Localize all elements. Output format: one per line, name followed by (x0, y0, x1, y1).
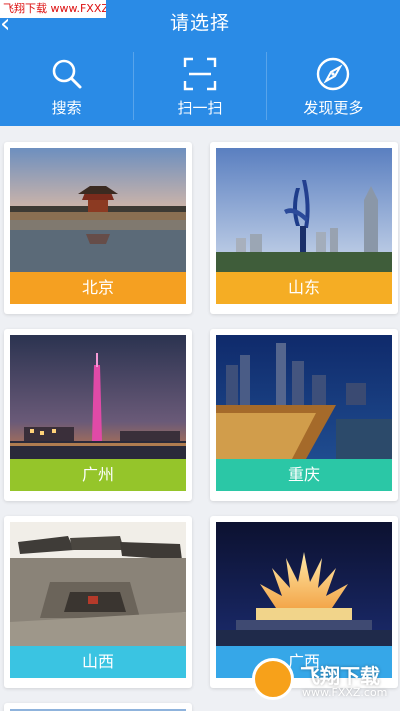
city-card-shandong[interactable]: 山东 (210, 142, 398, 314)
search-icon (52, 59, 82, 89)
shandong-photo (216, 148, 392, 272)
discover-more-label: 发现更多 (303, 99, 364, 117)
city-card-chongqing[interactable]: 重庆 (210, 329, 398, 501)
scan-label: 扫一扫 (177, 99, 223, 117)
watermark-text: 飞翔下载 www.FXXZ.com (0, 0, 106, 18)
brand-name: 飞翔下载 (300, 664, 380, 688)
city-card-guangzhou[interactable]: 广州 (4, 329, 192, 501)
guangxi-photo (216, 522, 392, 646)
city-card-shanxi[interactable]: 山西 (4, 516, 192, 688)
scan-button[interactable]: 扫一扫 (133, 52, 266, 124)
toolbar: 搜索 扫一扫 发现更多 (0, 52, 400, 124)
brand-logo-icon (252, 658, 294, 700)
city-label: 山东 (216, 272, 392, 304)
search-label: 搜索 (51, 99, 82, 117)
city-card-beijing[interactable]: 北京 (4, 142, 192, 314)
toolbar-divider (133, 52, 134, 120)
discover-more-button[interactable]: 发现更多 (267, 52, 400, 124)
city-label: 山西 (10, 646, 186, 678)
brand-watermark: 飞翔下载 www.FXXZ.com (252, 656, 400, 706)
scan-icon (183, 57, 217, 91)
compass-icon (317, 57, 350, 91)
brand-url: www.FXXZ.com (302, 686, 388, 699)
guangzhou-photo (10, 335, 186, 459)
app-header: ‹ 请选择 搜索 扫一扫 发现更多 (0, 0, 400, 126)
toolbar-divider (266, 52, 267, 120)
city-label: 重庆 (216, 459, 392, 491)
search-button[interactable]: 搜索 (0, 52, 133, 124)
city-label: 北京 (10, 272, 186, 304)
chongqing-photo (216, 335, 392, 459)
city-label: 广州 (10, 459, 186, 491)
city-card-partial[interactable] (4, 703, 192, 711)
shanxi-photo (10, 522, 186, 646)
beijing-photo (10, 148, 186, 272)
